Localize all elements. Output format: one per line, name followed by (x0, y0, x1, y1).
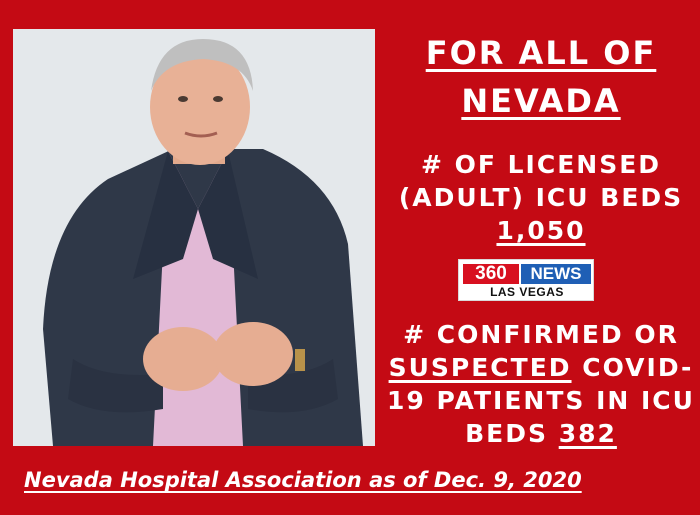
portrait-photo (13, 29, 375, 446)
covid-line-3: 19 PATIENTS IN ICU (387, 386, 695, 415)
logo-number: 360 (463, 264, 519, 284)
icu-beds-line-2: (ADULT) ICU BEDS (398, 183, 684, 212)
logo-city: LAS VEGAS (490, 285, 564, 299)
icu-beds-value: 1,050 (496, 216, 586, 245)
covid-suspected-word: SUSPECTED (388, 353, 572, 382)
covid-line-4-prefix: BEDS (465, 419, 559, 448)
source-caption: Nevada Hospital Association as of Dec. 9… (24, 468, 582, 492)
logo-brand: NEWS (521, 264, 591, 284)
covid-line-1: # CONFIRMED OR (403, 320, 679, 349)
heading-line-1: FOR ALL OF (425, 34, 657, 72)
covid-line-2-rest: COVID- (571, 353, 694, 382)
covid-patients-block: # CONFIRMED OR SUSPECTED COVID- 19 PATIE… (382, 318, 700, 450)
360-news-logo: 360 NEWS LAS VEGAS (458, 259, 594, 301)
covid-patients-value: 382 (558, 419, 617, 448)
icu-beds-line-1: # OF LICENSED (420, 150, 662, 179)
heading: FOR ALL OF NEVADA (382, 33, 700, 121)
icu-beds-block: # OF LICENSED (ADULT) ICU BEDS 1,050 (382, 148, 700, 247)
heading-line-2: NEVADA (461, 82, 621, 120)
